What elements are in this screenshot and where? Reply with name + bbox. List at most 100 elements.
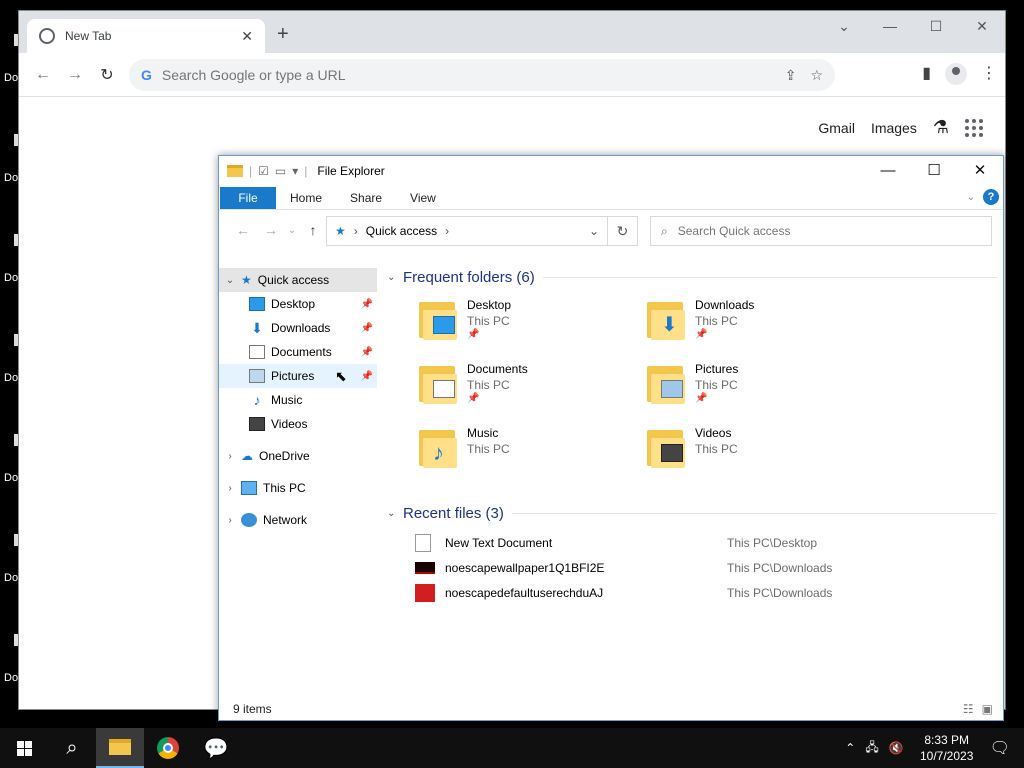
clock[interactable]: 8:33 PM 10/7/2023 (909, 732, 985, 764)
ribbon-tab-file[interactable]: File (220, 186, 276, 209)
omnibox-input[interactable] (161, 67, 785, 83)
nav-music[interactable]: ♪ Music (219, 388, 377, 412)
desktop-icon[interactable]: Do (0, 30, 18, 90)
nav-network[interactable]: › Network (219, 508, 377, 532)
pin-icon[interactable]: 📌 (361, 299, 373, 310)
tab-close-icon[interactable]: ✕ (241, 28, 253, 45)
collapse-chevron-icon[interactable]: ⌄ (387, 272, 403, 283)
folder-tile-music[interactable]: ♪ Music This PC (419, 426, 639, 482)
chevron-right-icon[interactable]: › (219, 483, 241, 494)
explorer-close-button[interactable]: ✕ (957, 156, 1003, 186)
show-hidden-icons-icon[interactable]: ⌃ (845, 741, 855, 755)
recent-files-header[interactable]: ⌄ Recent files (3) (383, 502, 1003, 524)
chevron-right-icon[interactable]: › (219, 515, 241, 526)
properties-icon[interactable]: ☑ (258, 164, 269, 178)
music-note-icon: ♪ (253, 392, 261, 408)
omnibox[interactable]: G ⇪ ☆ (129, 59, 835, 91)
forward-icon[interactable]: → (59, 66, 91, 84)
folder-icon (647, 426, 687, 468)
menu-kebab-icon[interactable]: ⋮ (981, 63, 997, 85)
details-view-icon[interactable]: ☷ (963, 702, 974, 716)
nav-desktop[interactable]: Desktop 📌 (219, 292, 377, 316)
desktop-icon[interactable]: Do (0, 630, 18, 690)
recent-locations-icon[interactable]: ⌄ (285, 225, 299, 236)
share-icon[interactable]: ⇪ (785, 67, 797, 84)
minimize-button[interactable]: — (867, 11, 913, 43)
recent-file-row[interactable]: noescapewallpaper1Q1BFI2E This PC\Downlo… (383, 555, 1003, 580)
start-button[interactable] (0, 728, 48, 768)
large-icons-view-icon[interactable]: ▣ (982, 702, 993, 716)
folder-tile-pictures[interactable]: Pictures This PC 📌 (647, 362, 867, 418)
explorer-search-input[interactable] (677, 224, 981, 238)
ribbon-tab-share[interactable]: Share (336, 191, 396, 205)
collapse-chevron-icon[interactable]: ⌄ (387, 508, 403, 519)
nav-pictures[interactable]: Pictures ⬉ 📌 (219, 364, 377, 388)
frequent-folders-header[interactable]: ⌄ Frequent folders (6) (383, 266, 1003, 288)
desktop-icon[interactable]: Do (0, 130, 18, 190)
new-tab-button[interactable]: + (277, 23, 289, 46)
address-bar[interactable]: ★ › Quick access › ⌄ (326, 216, 608, 246)
nav-this-pc[interactable]: › This PC (219, 476, 377, 500)
pin-icon[interactable]: 📌 (361, 323, 373, 334)
explorer-body: ⌄ ★ Quick access Desktop 📌 ⬇ Downloads 📌… (219, 262, 1003, 698)
desktop-icon[interactable]: Do (0, 230, 18, 290)
gmail-link[interactable]: Gmail (818, 120, 855, 136)
new-folder-icon[interactable]: ▭ (275, 164, 286, 178)
recent-file-row[interactable]: New Text Document This PC\Desktop (383, 530, 1003, 555)
folder-icon: ⬇ (647, 298, 687, 340)
notifications-icon[interactable]: 🗨 (990, 738, 1010, 758)
refresh-icon[interactable]: ↻ (608, 216, 638, 246)
maximize-button[interactable]: ☐ (913, 11, 959, 43)
images-link[interactable]: Images (871, 120, 917, 136)
chrome-taskbar-icon[interactable] (144, 728, 192, 768)
folder-tile-videos[interactable]: Videos This PC (647, 426, 867, 482)
tab-new-tab[interactable]: New Tab ✕ (27, 19, 265, 53)
volume-muted-icon[interactable]: 🔇 (889, 741, 904, 755)
nav-downloads[interactable]: ⬇ Downloads 📌 (219, 316, 377, 340)
chevron-down-icon[interactable]: ⌄ (219, 275, 241, 286)
help-icon[interactable]: ? (983, 189, 999, 205)
close-button[interactable]: ✕ (959, 11, 1005, 43)
nav-quick-access[interactable]: ⌄ ★ Quick access (219, 268, 377, 292)
network-icon (241, 513, 257, 527)
search-taskbar-icon[interactable]: ⌕ (48, 728, 96, 768)
folder-tile-desktop[interactable]: Desktop This PC 📌 (419, 298, 639, 354)
explorer-search[interactable]: ⌕ (650, 216, 992, 246)
address-crumb[interactable]: Quick access (366, 224, 437, 238)
bookmark-star-icon[interactable]: ☆ (810, 67, 823, 84)
folder-tile-documents[interactable]: Documents This PC 📌 (419, 362, 639, 418)
explorer-forward-icon[interactable]: → (257, 222, 285, 238)
labs-flask-icon[interactable]: ⚗ (933, 117, 949, 138)
file-explorer-taskbar-icon[interactable] (96, 728, 144, 768)
explorer-minimize-button[interactable]: — (865, 156, 911, 186)
recent-file-row[interactable]: noescapedefaultuserechduAJ This PC\Downl… (383, 580, 1003, 605)
desktop-icon[interactable]: Do (0, 530, 18, 590)
nav-videos[interactable]: Videos (219, 412, 377, 436)
explorer-title-bar: | ☑ ▭ ▾ | File Explorer — ☐ ✕ (219, 156, 1003, 186)
desktop-icon[interactable]: Do (0, 430, 18, 490)
pin-icon[interactable]: 📌 (361, 347, 373, 358)
desktop-icon[interactable]: Do (0, 330, 18, 390)
system-tray: ⌃ 🖧 🔇 8:33 PM 10/7/2023 🗨 (840, 728, 1024, 768)
reload-icon[interactable]: ↻ (91, 65, 123, 85)
address-dropdown-icon[interactable]: ⌄ (589, 224, 599, 238)
side-panel-icon[interactable]: ▮ (922, 63, 931, 85)
explorer-back-icon[interactable]: ← (229, 222, 257, 238)
pin-icon[interactable]: 📌 (361, 371, 373, 382)
chevron-right-icon[interactable]: › (219, 451, 241, 462)
folder-tile-downloads[interactable]: ⬇ Downloads This PC 📌 (647, 298, 867, 354)
ribbon-tab-home[interactable]: Home (276, 191, 336, 205)
up-icon[interactable]: ↑ (299, 222, 327, 238)
qat-dropdown-icon[interactable]: ▾ (292, 164, 298, 178)
network-tray-icon[interactable]: 🖧 (865, 738, 878, 759)
expand-ribbon-icon[interactable]: ⌄ (967, 192, 975, 203)
ribbon-tab-view[interactable]: View (396, 191, 450, 205)
back-icon[interactable]: ← (27, 66, 59, 84)
chat-bubble-taskbar-icon[interactable]: 💬 (192, 728, 240, 768)
nav-documents[interactable]: Documents 📌 (219, 340, 377, 364)
tab-search-icon[interactable]: ⌄ (821, 11, 867, 43)
profile-avatar-icon[interactable] (945, 63, 967, 85)
nav-onedrive[interactable]: › ☁ OneDrive (219, 444, 377, 468)
apps-grid-icon[interactable] (965, 118, 983, 137)
explorer-maximize-button[interactable]: ☐ (911, 156, 957, 186)
